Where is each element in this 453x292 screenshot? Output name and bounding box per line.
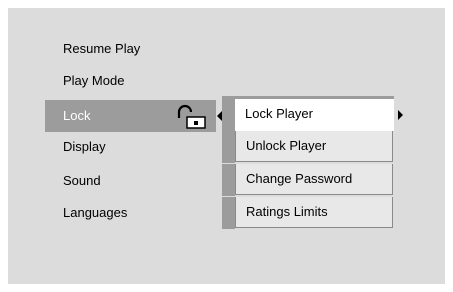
- player-setup-screen: Resume Play Play Mode Lock Display Sound…: [8, 8, 445, 284]
- arrow-right-icon: [398, 110, 403, 120]
- menu-item-lock-label: Lock: [63, 108, 91, 123]
- menu-item-sound[interactable]: Sound: [63, 173, 101, 189]
- submenu-item-label: Lock Player: [245, 106, 313, 121]
- unlocked-padlock-icon: [177, 104, 206, 129]
- submenu-item-unlock-player[interactable]: Unlock Player: [222, 131, 394, 163]
- submenu-item-label: Ratings Limits: [246, 204, 328, 219]
- menu-item-languages[interactable]: Languages: [63, 205, 127, 221]
- menu-item-resume-play[interactable]: Resume Play: [63, 41, 140, 57]
- submenu-item-label: Unlock Player: [246, 138, 327, 153]
- menu-item-play-mode[interactable]: Play Mode: [63, 73, 124, 89]
- submenu-item-label: Change Password: [246, 171, 353, 186]
- submenu-item-change-password[interactable]: Change Password: [222, 164, 394, 196]
- submenu-item-ratings-limits[interactable]: Ratings Limits: [222, 197, 394, 229]
- submenu-item-lock-player[interactable]: Lock Player: [222, 99, 403, 131]
- menu-item-display[interactable]: Display: [63, 139, 106, 155]
- menu-item-lock[interactable]: Lock: [45, 100, 216, 132]
